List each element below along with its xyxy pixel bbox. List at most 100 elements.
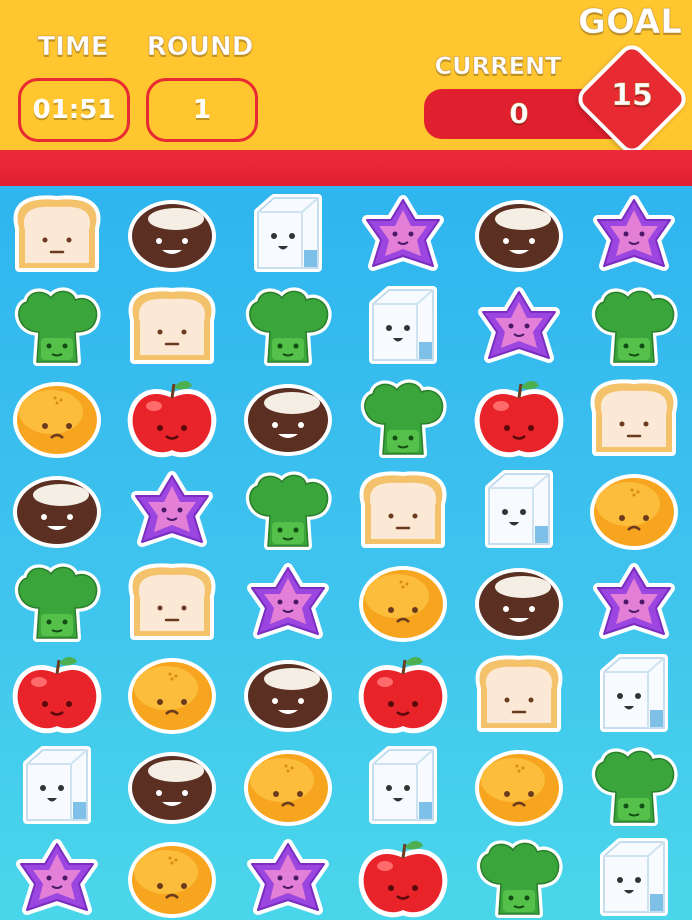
round-label: ROUND [146,32,254,63]
broccoli-tile[interactable] [469,834,569,920]
broccoli-tile[interactable] [584,742,684,834]
broccoli-tile[interactable] [353,374,453,466]
milk-icon [600,654,668,732]
orange-tile[interactable] [122,650,222,742]
apple-icon [127,381,217,458]
milk-tile[interactable] [7,742,107,834]
star-tile[interactable] [469,282,569,374]
star-icon [362,195,444,271]
bread-tile[interactable] [353,466,453,558]
apple-icon [358,657,448,734]
bread-tile[interactable] [469,650,569,742]
orange-tile[interactable] [469,742,569,834]
broccoli-tile[interactable] [584,282,684,374]
orange-tile[interactable] [584,466,684,558]
coconut-icon [128,200,216,272]
apple-icon [474,381,564,458]
coconut-tile[interactable] [469,190,569,282]
star-tile[interactable] [7,834,107,920]
broccoli-icon [245,471,332,550]
bread-icon [13,195,101,272]
coconut-icon [244,384,332,456]
coconut-tile[interactable] [122,190,222,282]
apple-tile[interactable] [469,374,569,466]
orange-icon [590,474,678,550]
star-tile[interactable] [353,190,453,282]
broccoli-tile[interactable] [238,466,338,558]
milk-icon [254,194,322,272]
milk-icon [600,838,668,916]
coconut-tile[interactable] [469,558,569,650]
milk-icon [23,746,91,824]
milk-tile[interactable] [469,466,569,558]
bread-icon [590,379,678,456]
coconut-icon [13,476,101,548]
bread-tile[interactable] [122,558,222,650]
apple-tile[interactable] [353,650,453,742]
orange-tile[interactable] [122,834,222,920]
star-icon [16,839,98,915]
orange-icon [244,750,332,826]
broccoli-icon [245,287,332,366]
star-tile[interactable] [584,558,684,650]
broccoli-tile[interactable] [7,282,107,374]
goal-label: GOAL [578,2,683,43]
broccoli-icon [476,839,563,918]
milk-tile[interactable] [353,742,453,834]
star-icon [593,563,675,639]
milk-icon [369,746,437,824]
star-tile[interactable] [122,466,222,558]
milk-tile[interactable] [584,834,684,920]
coconut-icon [128,752,216,824]
broccoli-tile[interactable] [7,558,107,650]
star-tile[interactable] [238,558,338,650]
coconut-icon [475,568,563,640]
coconut-tile[interactable] [238,374,338,466]
star-tile[interactable] [238,834,338,920]
orange-icon [475,750,563,826]
bread-tile[interactable] [122,282,222,374]
bread-tile[interactable] [7,190,107,282]
milk-tile[interactable] [238,190,338,282]
bread-icon [359,471,447,548]
apple-tile[interactable] [353,834,453,920]
milk-tile[interactable] [584,650,684,742]
time-display: 01:51 [18,78,130,142]
orange-tile[interactable] [353,558,453,650]
bread-icon [475,655,563,732]
apple-tile[interactable] [122,374,222,466]
bread-tile[interactable] [584,374,684,466]
broccoli-tile[interactable] [238,282,338,374]
coconut-tile[interactable] [238,650,338,742]
star-icon [593,195,675,271]
broccoli-icon [14,287,101,366]
hud-header: TIME 01:51 ROUND 1 GOAL CURRENT 0 15 [0,0,692,159]
orange-icon [128,842,216,918]
orange-icon [13,382,101,458]
coconut-icon [475,200,563,272]
star-icon [478,287,560,363]
orange-icon [128,658,216,734]
game-board [0,186,692,920]
star-tile[interactable] [584,190,684,282]
round-display: 1 [146,78,258,142]
goal-value: 15 [611,78,654,114]
star-icon [247,839,329,915]
star-icon [247,563,329,639]
broccoli-icon [591,287,678,366]
coconut-tile[interactable] [7,466,107,558]
orange-tile[interactable] [7,374,107,466]
coconut-tile[interactable] [122,742,222,834]
broccoli-icon [591,747,678,826]
bread-icon [128,563,216,640]
current-label: CURRENT [434,52,562,81]
orange-tile[interactable] [238,742,338,834]
star-icon [131,471,213,547]
broccoli-icon [14,563,101,642]
apple-icon [358,841,448,918]
milk-tile[interactable] [353,282,453,374]
time-label: TIME [37,32,109,63]
milk-icon [485,470,553,548]
broccoli-icon [360,379,447,458]
apple-tile[interactable] [7,650,107,742]
